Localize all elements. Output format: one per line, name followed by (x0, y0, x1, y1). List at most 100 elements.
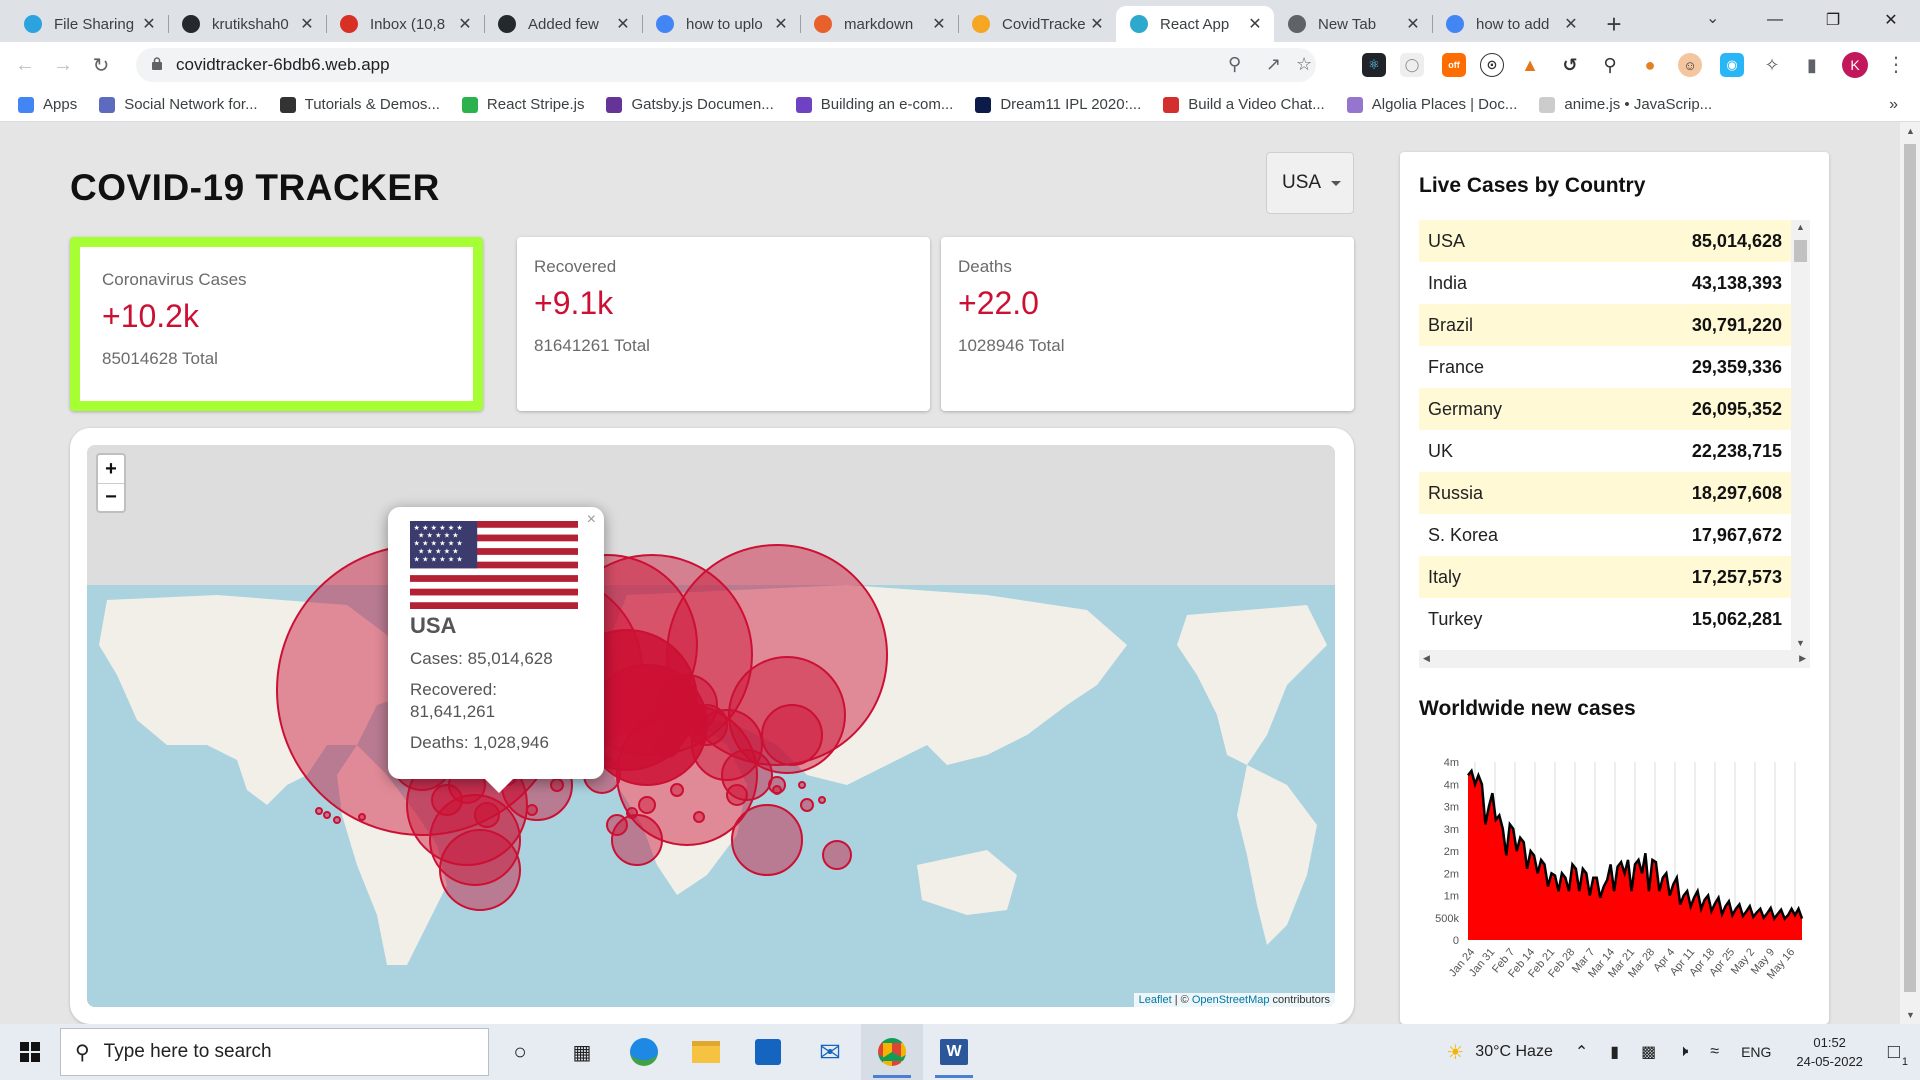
stat-card-cases[interactable]: Coronavirus Cases +10.2k 85014628 Total (70, 237, 483, 411)
profile-avatar[interactable]: K (1842, 52, 1868, 78)
bookmark-item[interactable]: React Stripe.js (461, 96, 584, 113)
scroll-down-arrow-icon[interactable]: ▼ (1796, 638, 1805, 648)
zoom-in-button[interactable]: + (98, 455, 124, 483)
tab-close-icon[interactable]: ✕ (1404, 14, 1422, 34)
live-cases-table: USA 85,014,628 India 43,138,393 Brazil 30,791… (1419, 220, 1791, 640)
browser-tab[interactable]: New Tab ✕ (1274, 6, 1432, 42)
metamask-fox-icon[interactable]: ▲ (1518, 53, 1542, 77)
battery-icon[interactable]: ▮ (1610, 1042, 1619, 1062)
zoom-magnifier-icon[interactable]: ⚲ (1228, 54, 1241, 75)
extension-off-icon[interactable]: off (1442, 53, 1466, 77)
tab-search-chevron-icon[interactable]: ⌄ (1706, 8, 1719, 28)
page-scroll-down-icon[interactable]: ▼ (1906, 1010, 1915, 1020)
new-tab-button[interactable]: + (1596, 6, 1632, 42)
extension-circle-icon[interactable]: ◯ (1400, 53, 1424, 77)
extension-search-icon[interactable]: ⚲ (1598, 53, 1622, 77)
side-panel-icon[interactable]: ▮ (1800, 53, 1824, 77)
browser-tab[interactable]: krutikshah0 ✕ (168, 6, 326, 42)
browser-tab[interactable]: React App ✕ (1116, 6, 1274, 42)
table-scroll-thumb[interactable] (1794, 240, 1807, 262)
extension-blue-icon[interactable]: ◉ (1720, 53, 1744, 77)
stat-card-recovered[interactable]: Recovered +9.1k 81641261 Total (517, 237, 930, 411)
bookmark-item[interactable]: Apps (18, 96, 77, 113)
world-map[interactable]: + − × ★ ★ ★ ★ ★ ★ ★ ★ ★ ★ ★ ★ ★ ★ ★ ★ ★ (87, 445, 1335, 1007)
bookmark-item[interactable]: Dream11 IPL 2020:... (975, 96, 1141, 113)
tray-chevron-icon[interactable]: ⌃ (1575, 1042, 1588, 1062)
popup-close-button[interactable]: × (587, 511, 596, 529)
live-cases-table-scroller[interactable]: USA 85,014,628 India 43,138,393 Brazil 30,791… (1419, 220, 1810, 668)
maximize-button[interactable]: ❐ (1804, 0, 1862, 40)
bookmark-star-icon[interactable]: ☆ (1296, 54, 1312, 75)
address-bar[interactable]: covidtracker-6bdb6.web.app ⚲ ↗ ☆ (136, 48, 1316, 82)
browser-tab[interactable]: File Sharing ✕ (10, 6, 168, 42)
edge-app[interactable] (613, 1024, 675, 1080)
scroll-right-arrow-icon[interactable]: ▶ (1799, 653, 1806, 664)
bookmark-item[interactable]: anime.js • JavaScrip... (1539, 96, 1712, 113)
volume-icon[interactable]: 🕨 (1678, 1043, 1688, 1061)
browser-tab[interactable]: CovidTracke ✕ (958, 6, 1116, 42)
forward-button[interactable]: → (44, 46, 82, 84)
page-scrollbar[interactable]: ▲ ▼ (1900, 122, 1920, 1024)
chrome-app[interactable] (861, 1024, 923, 1080)
leaflet-link[interactable]: Leaflet (1139, 994, 1172, 1006)
bookmark-item[interactable]: Building an e-com... (795, 96, 953, 113)
wifi-icon[interactable]: ≈ (1710, 1043, 1719, 1061)
word-app[interactable]: W (923, 1024, 985, 1080)
browser-tab[interactable]: how to uplo ✕ (642, 6, 800, 42)
browser-tab[interactable]: how to add ✕ (1432, 6, 1590, 42)
cortana-button[interactable]: ○ (489, 1024, 551, 1080)
tab-close-icon[interactable]: ✕ (1088, 14, 1106, 34)
language-indicator[interactable]: ENG (1741, 1044, 1771, 1060)
extension-sync-icon[interactable]: ↺ (1558, 53, 1582, 77)
react-devtools-extension-icon[interactable]: ⚛ (1362, 53, 1386, 77)
extension-avatar-icon[interactable]: ☺ (1678, 53, 1702, 77)
extension-bulb-icon[interactable]: ● (1638, 53, 1662, 77)
telegram-icon (24, 15, 42, 33)
meet-now-icon[interactable]: ▩ (1641, 1042, 1656, 1062)
tab-close-icon[interactable]: ✕ (456, 14, 474, 34)
back-button[interactable]: ← (6, 46, 44, 84)
browser-tab[interactable]: Added few ✕ (484, 6, 642, 42)
task-view-button[interactable]: ▦ (551, 1024, 613, 1080)
scroll-up-arrow-icon[interactable]: ▲ (1796, 222, 1805, 232)
bookmark-item[interactable]: Build a Video Chat... (1163, 96, 1325, 113)
tab-close-icon[interactable]: ✕ (298, 14, 316, 34)
weather-text[interactable]: 30°C Haze (1475, 1043, 1553, 1061)
close-window-button[interactable]: ✕ (1862, 0, 1920, 40)
browser-tab[interactable]: Inbox (10,8 ✕ (326, 6, 484, 42)
reload-button[interactable]: ↻ (82, 46, 120, 84)
osm-link[interactable]: OpenStreetMap (1192, 994, 1270, 1006)
extension-grammar-icon[interactable]: ⊙ (1480, 53, 1504, 77)
table-vertical-scrollbar[interactable]: ▲ ▼ (1791, 220, 1810, 650)
tab-close-icon[interactable]: ✕ (930, 14, 948, 34)
bookmark-item[interactable]: Algolia Places | Doc... (1346, 96, 1517, 113)
file-explorer-app[interactable] (675, 1024, 737, 1080)
mail-app[interactable]: ✉ (799, 1024, 861, 1080)
tab-close-icon[interactable]: ✕ (1562, 14, 1580, 34)
notification-center-icon[interactable]: □ 1 (1888, 1041, 1908, 1068)
browser-tab[interactable]: markdown ✕ (800, 6, 958, 42)
share-icon[interactable]: ↗ (1266, 54, 1281, 75)
taskbar-search-box[interactable]: ⚲ Type here to search (60, 1028, 489, 1076)
tab-close-icon[interactable]: ✕ (1246, 14, 1264, 34)
bookmark-item[interactable]: Tutorials & Demos... (279, 96, 440, 113)
browser-menu-icon[interactable]: ⋮ (1886, 52, 1906, 77)
extensions-puzzle-icon[interactable]: ✧ (1760, 53, 1784, 77)
clock[interactable]: 01:52 24-05-2022 (1796, 1033, 1863, 1072)
tab-close-icon[interactable]: ✕ (614, 14, 632, 34)
zoom-out-button[interactable]: − (98, 483, 124, 511)
tab-close-icon[interactable]: ✕ (772, 14, 790, 34)
bookmark-item[interactable]: Gatsby.js Documen... (606, 96, 774, 113)
page-scroll-thumb[interactable] (1904, 144, 1916, 992)
table-horizontal-scrollbar[interactable]: ◀ ▶ (1419, 650, 1810, 668)
bookmarks-more-chevron-icon[interactable]: » (1889, 96, 1898, 114)
minimize-button[interactable]: — (1746, 0, 1804, 40)
stat-card-deaths[interactable]: Deaths +22.0 1028946 Total (941, 237, 1354, 411)
bookmark-item[interactable]: Social Network for... (99, 96, 258, 113)
page-scroll-up-icon[interactable]: ▲ (1906, 126, 1915, 136)
country-select[interactable]: USA (1266, 152, 1354, 214)
tab-close-icon[interactable]: ✕ (140, 14, 158, 34)
windows-start-button[interactable] (0, 1024, 60, 1080)
store-app[interactable] (737, 1024, 799, 1080)
scroll-left-arrow-icon[interactable]: ◀ (1423, 653, 1430, 664)
